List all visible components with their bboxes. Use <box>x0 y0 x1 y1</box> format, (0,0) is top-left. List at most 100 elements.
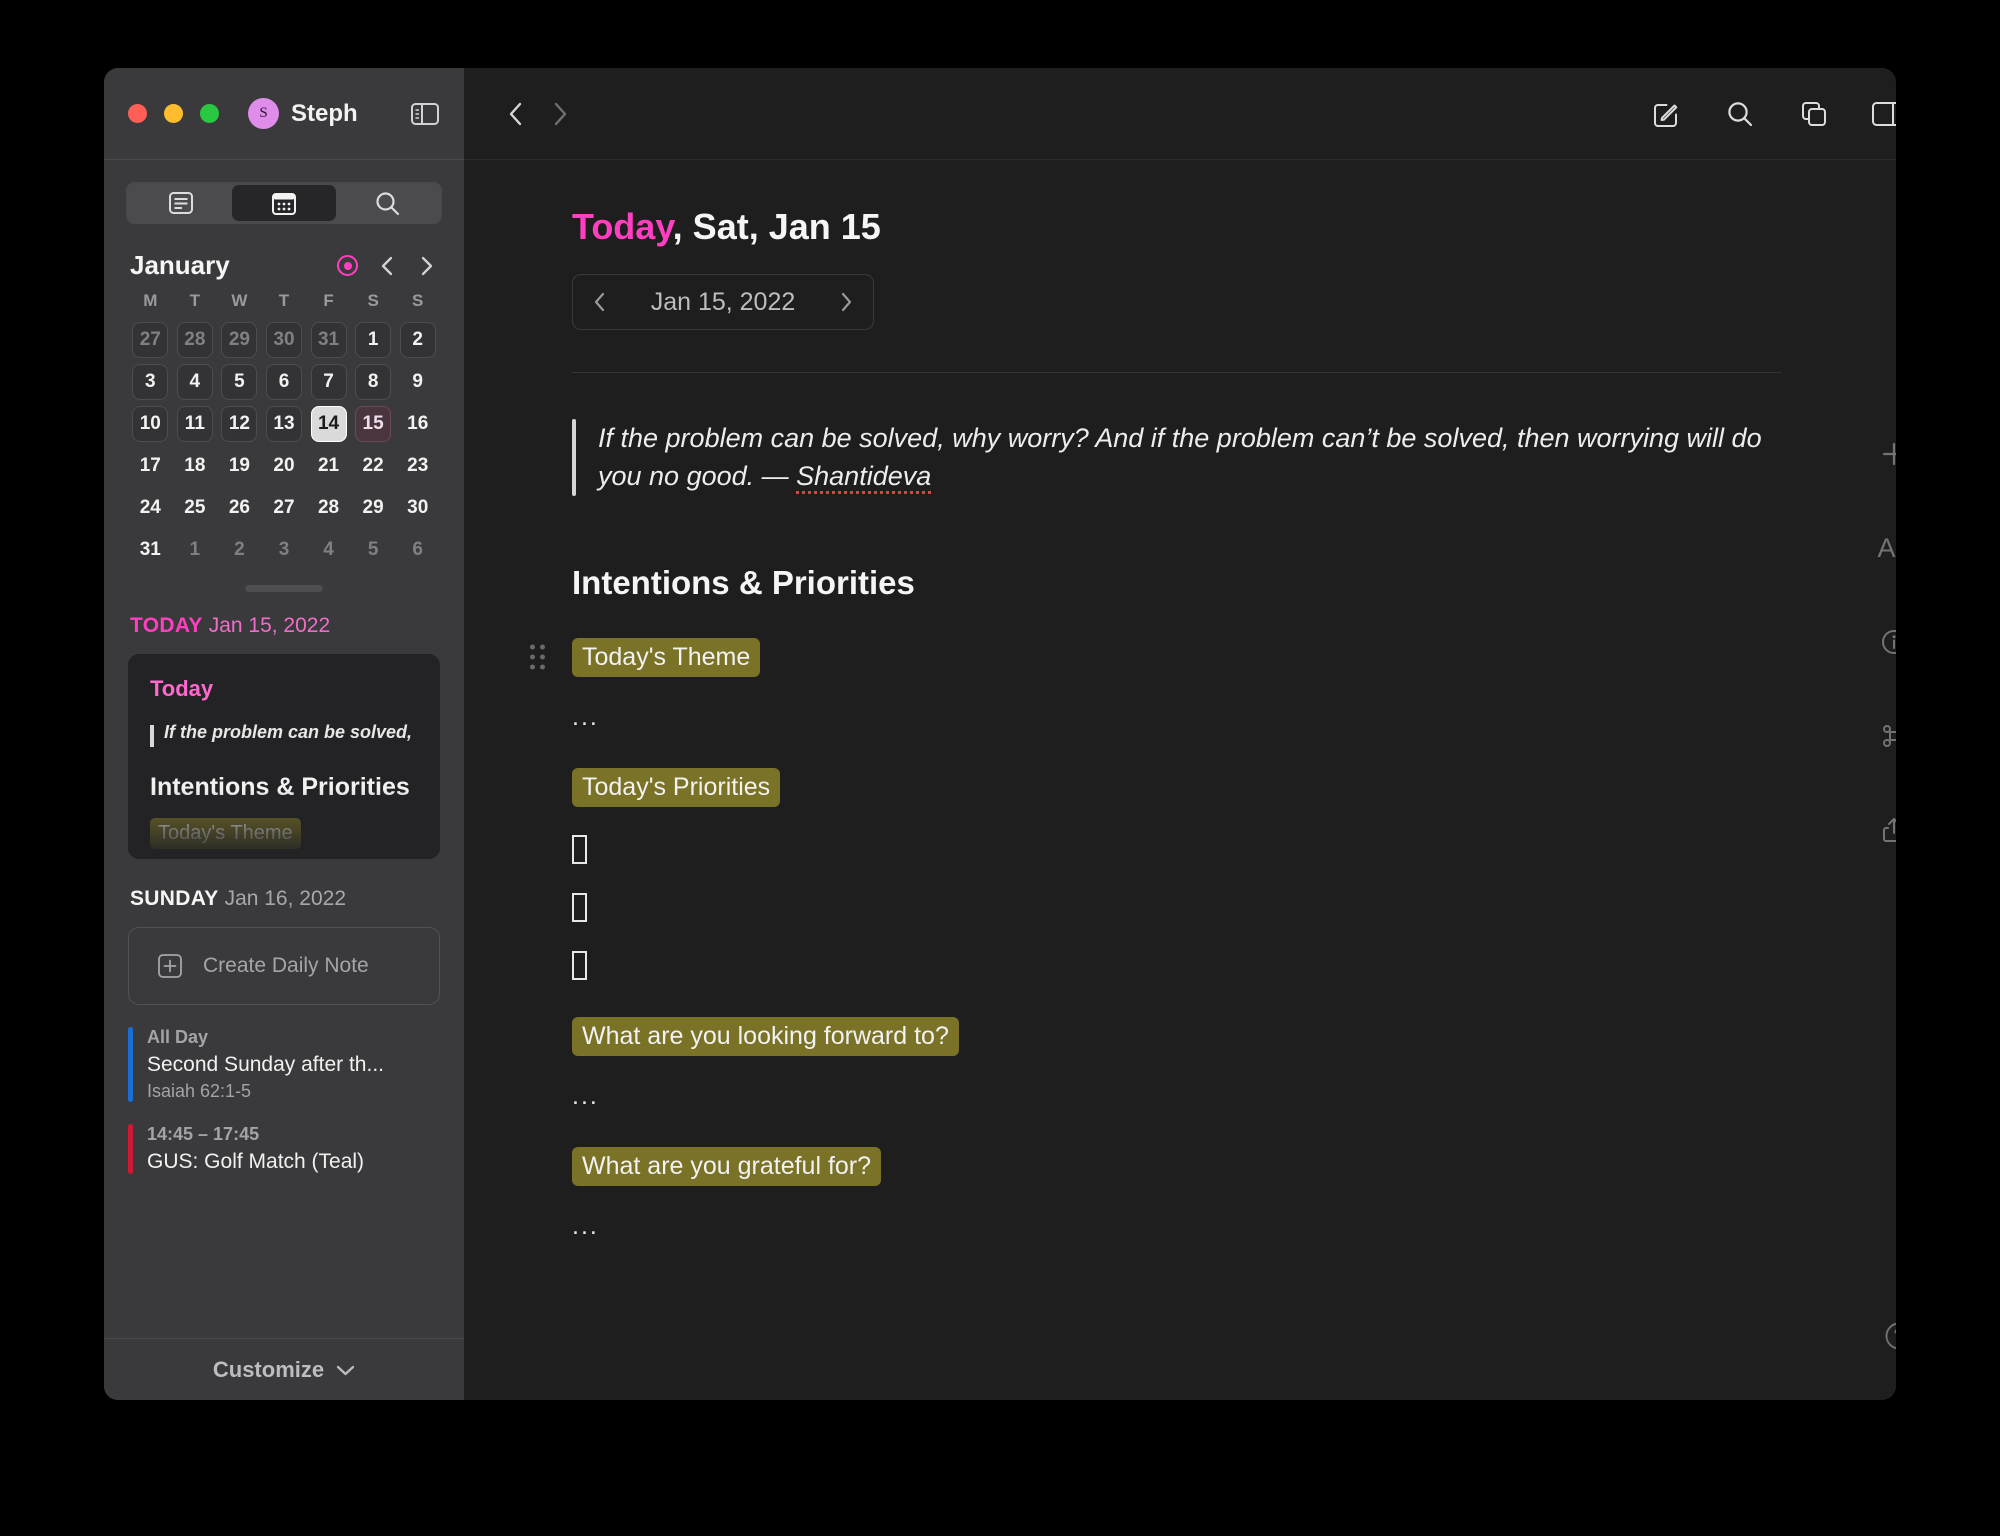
event-body: All Day Second Sunday after th... Isaiah 6… <box>147 1027 384 1102</box>
calendar-day-14[interactable]: 14 <box>310 406 347 442</box>
page-title: Today, Sat, Jan 15 <box>572 206 1782 248</box>
calendar-day-27[interactable]: 27 <box>266 490 302 526</box>
note-preview-card[interactable]: Today If the problem can be solved, Inte… <box>128 654 440 859</box>
calendar-day-28[interactable]: 28 <box>176 322 213 358</box>
highlight-block[interactable]: Today's Priorities <box>572 767 1782 807</box>
calendar-day-10[interactable]: 10 <box>132 406 169 442</box>
weekday-3: T <box>278 291 290 310</box>
highlight-block[interactable]: Today's Theme <box>530 637 1782 677</box>
highlight-text: Today's Priorities <box>572 767 781 807</box>
help-button[interactable] <box>1882 1319 1896 1358</box>
calendar-day-5[interactable]: 5 <box>355 532 391 568</box>
minimize-button[interactable] <box>164 104 183 123</box>
calendar-day-24[interactable]: 24 <box>132 490 168 526</box>
placeholder-ellipsis[interactable]: ... <box>572 1212 1782 1241</box>
checkbox-row[interactable] <box>572 923 1782 981</box>
calendar-day-17[interactable]: 17 <box>132 448 168 484</box>
block-drag-handle[interactable] <box>530 644 545 670</box>
calendar-day-18[interactable]: 18 <box>177 448 213 484</box>
chevron-left-icon <box>381 256 393 275</box>
close-button[interactable] <box>128 104 147 123</box>
calendar-day-15[interactable]: 15 <box>355 406 392 442</box>
avatar[interactable]: S <box>248 98 279 129</box>
left-sidebar-toggle-icon <box>411 102 439 125</box>
quote-bar <box>572 419 576 496</box>
calendar-day-13[interactable]: 13 <box>265 406 302 442</box>
chevron-down-icon <box>336 1365 355 1375</box>
checkbox-row[interactable] <box>572 865 1782 923</box>
placeholder-ellipsis[interactable]: ... <box>572 703 1782 732</box>
calendar-day-6[interactable]: 6 <box>400 532 436 568</box>
checkbox-row[interactable] <box>572 807 1782 865</box>
event-item[interactable]: All Day Second Sunday after th... Isaiah 6… <box>128 1027 440 1102</box>
calendar-day-31[interactable]: 31 <box>132 532 168 568</box>
calendar-day-2[interactable]: 2 <box>399 322 436 358</box>
customize-bar[interactable]: Customize <box>104 1338 464 1400</box>
calendar-day-3[interactable]: 3 <box>132 364 169 400</box>
create-daily-note-button[interactable]: Create Daily Note <box>128 927 440 1005</box>
placeholder-ellipsis[interactable]: ... <box>572 1082 1782 1111</box>
calendar-day-1[interactable]: 1 <box>355 322 392 358</box>
calendar-day-11[interactable]: 11 <box>176 406 213 442</box>
sidebar: S Steph January M T W T F S S 27 28 29 3… <box>104 68 464 1400</box>
drag-dot <box>530 664 535 670</box>
calendar-day-16[interactable]: 16 <box>400 406 436 442</box>
text-format-button[interactable]: Aa <box>1872 526 1896 570</box>
calendar-day-20[interactable]: 20 <box>266 448 302 484</box>
calendar-day-28[interactable]: 28 <box>311 490 347 526</box>
chevron-right-icon <box>554 102 567 125</box>
calendar-day-23[interactable]: 23 <box>400 448 436 484</box>
shortcuts-button[interactable] <box>1872 714 1896 758</box>
calendar-day-30[interactable]: 30 <box>265 322 302 358</box>
calendar-day-2[interactable]: 2 <box>221 532 257 568</box>
calendar-day-22[interactable]: 22 <box>355 448 391 484</box>
sidebar-toggle-button[interactable] <box>408 97 442 131</box>
event-item[interactable]: 14:45 – 17:45 GUS: Golf Match (Teal) <box>128 1124 440 1174</box>
back-button[interactable] <box>494 92 538 136</box>
event-color-bar <box>128 1027 133 1102</box>
calendar-day-4[interactable]: 4 <box>311 532 347 568</box>
calendar-day-29[interactable]: 29 <box>221 322 258 358</box>
calendar-day-8[interactable]: 8 <box>355 364 392 400</box>
calendar-day-6[interactable]: 6 <box>265 364 302 400</box>
calendar-day-29[interactable]: 29 <box>355 490 391 526</box>
tab-calendar-view[interactable] <box>232 185 336 221</box>
calendar-resize-handle[interactable] <box>245 585 323 592</box>
help-circle-icon <box>1885 1322 1896 1350</box>
calendar-day-25[interactable]: 25 <box>177 490 213 526</box>
jump-to-today-button[interactable] <box>337 255 358 276</box>
highlight-block[interactable]: What are you grateful for? <box>572 1146 1782 1186</box>
compose-button[interactable] <box>1646 94 1686 134</box>
info-button[interactable] <box>1872 620 1896 664</box>
calendar-day-31[interactable]: 31 <box>310 322 347 358</box>
next-month-button[interactable] <box>416 255 438 277</box>
calendar-day-3[interactable]: 3 <box>266 532 302 568</box>
search-button[interactable] <box>1720 94 1760 134</box>
zoom-button[interactable] <box>200 104 219 123</box>
calendar-day-7[interactable]: 7 <box>310 364 347 400</box>
highlight-block[interactable]: What are you looking forward to? <box>572 1016 1782 1056</box>
calendar-day-4[interactable]: 4 <box>176 364 213 400</box>
calendar-day-5[interactable]: 5 <box>221 364 258 400</box>
duplicate-button[interactable] <box>1794 94 1834 134</box>
calendar-day-21[interactable]: 21 <box>311 448 347 484</box>
right-sidebar-toggle-button[interactable] <box>1868 94 1896 134</box>
month-name: January <box>130 250 230 280</box>
missing-glyph-icon <box>572 834 587 864</box>
add-block-button[interactable] <box>1872 432 1896 476</box>
prev-month-button[interactable] <box>376 255 398 277</box>
share-button[interactable] <box>1872 808 1896 852</box>
date-stepper[interactable]: Jan 15, 2022 <box>572 274 874 330</box>
forward-button[interactable] <box>538 92 582 136</box>
calendar-day-27[interactable]: 27 <box>132 322 169 358</box>
calendar-day-1[interactable]: 1 <box>177 532 213 568</box>
calendar-day-30[interactable]: 30 <box>400 490 436 526</box>
drag-dot <box>540 654 545 660</box>
tab-notes-view[interactable] <box>129 185 232 221</box>
page-title-today: Today <box>572 206 673 247</box>
calendar-day-26[interactable]: 26 <box>221 490 257 526</box>
tab-search-view[interactable] <box>336 185 439 221</box>
calendar-day-9[interactable]: 9 <box>400 364 436 400</box>
calendar-day-12[interactable]: 12 <box>221 406 258 442</box>
calendar-day-19[interactable]: 19 <box>221 448 257 484</box>
